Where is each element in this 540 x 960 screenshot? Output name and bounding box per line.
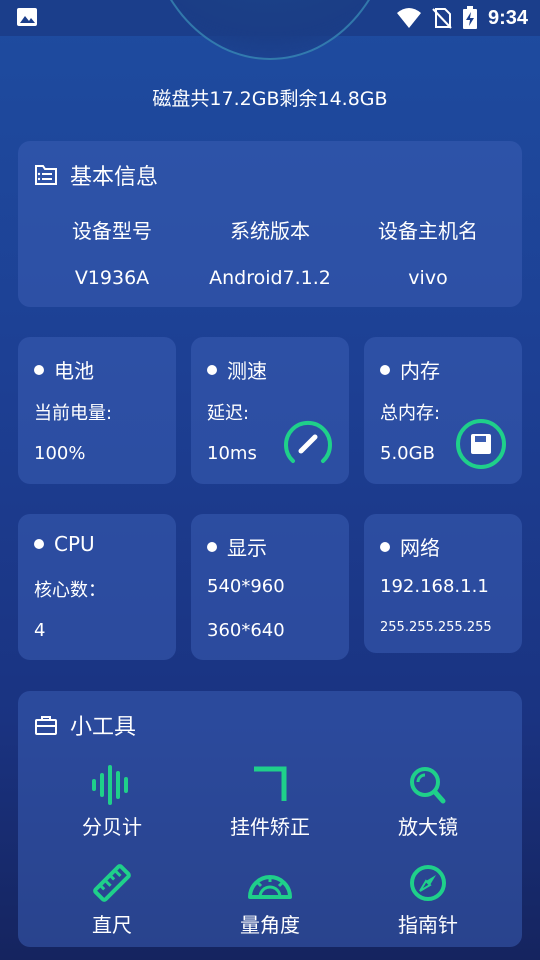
bullet-icon [207,541,217,552]
display-resolution: 540*960 [207,576,285,597]
info-value-model: V1936A [74,267,150,289]
tool-label: 量角度 [240,913,300,937]
memory-tile-header: 内存 [380,355,440,384]
save-icon [456,419,506,469]
network-title: 网络 [400,536,440,560]
tool-label: 分贝计 [82,815,142,839]
battery-tile-header: 电池 [34,355,94,384]
memory-title: 内存 [400,359,440,383]
info-label-model: 设备型号 [72,219,152,243]
battery-value: 100% [34,443,86,464]
cpu-label: 核心数： [34,580,106,601]
speed-tile[interactable]: 测速 延迟: 10ms [191,337,349,484]
tools-card: 小工具 分贝计 挂件矫正 放大镜 直尺 量角度 指南针 [18,691,522,947]
speedometer-icon [284,420,332,463]
basic-info-header: 基本信息 [34,159,158,191]
speed-value: 10ms [207,443,257,464]
sound-wave-icon [92,765,128,805]
speed-title: 测速 [227,359,267,383]
bullet-icon [380,541,390,552]
no-sim-icon [432,8,452,29]
magnifier-icon [410,767,446,804]
display-tile[interactable]: 显示 540*960 360*640 [191,514,349,660]
speed-tile-header: 测速 [207,355,267,384]
tool-label: 直尺 [92,913,132,937]
info-value-hostname: vivo [408,267,448,289]
info-label-os: 系统版本 [230,219,310,243]
tool-decibel-meter[interactable]: 分贝计 [32,765,192,840]
tool-protractor[interactable]: 量角度 [190,863,350,938]
tool-ruler[interactable]: 直尺 [32,863,192,938]
tool-label: 指南针 [398,913,458,937]
network-tile[interactable]: 网络 192.168.1.1 255.255.255.255 [364,514,522,653]
info-col-model: 设备型号 [27,215,197,244]
bullet-icon [380,364,390,375]
protractor-icon [248,875,292,899]
document-list-icon [35,165,57,185]
network-mask: 255.255.255.255 [380,620,492,635]
display-tile-header: 显示 [207,532,267,561]
network-tile-header: 网络 [380,532,440,561]
cpu-title: CPU [54,532,95,556]
display-title: 显示 [227,536,267,560]
info-label-hostname: 设备主机名 [378,219,478,243]
wifi-icon [396,8,421,28]
tool-magnifier[interactable]: 放大镜 [348,765,508,840]
battery-title: 电池 [54,359,94,383]
bullet-icon [34,539,44,549]
bullet-icon [34,364,44,375]
compass-icon [410,865,446,901]
tool-level-correction[interactable]: 挂件矫正 [190,765,350,840]
tools-header: 小工具 [34,709,136,741]
battery-charging-icon [462,6,477,29]
ruler-icon [93,864,131,902]
display-dp-size: 360*640 [207,620,285,641]
memory-value: 5.0GB [380,443,435,464]
battery-label: 当前电量: [34,403,113,424]
info-col-hostname: 设备主机名 [343,215,513,244]
tools-title: 小工具 [70,715,137,740]
tool-label: 放大镜 [398,815,458,839]
cpu-tile[interactable]: CPU 核心数： 4 [18,514,176,660]
tool-label: 挂件矫正 [230,815,310,839]
memory-label: 总内存: [380,403,441,424]
cpu-value: 4 [34,620,46,641]
bullet-icon [207,364,217,375]
network-ip: 192.168.1.1 [380,576,489,597]
memory-tile[interactable]: 内存 总内存: 5.0GB [364,337,522,484]
basic-info-card: 基本信息 设备型号 V1936A 系统版本 Android7.1.2 设备主机名… [18,141,522,307]
corner-bracket-icon [254,766,287,801]
battery-tile[interactable]: 电池 当前电量: 100% [18,337,176,484]
info-col-os: 系统版本 [185,215,355,244]
briefcase-icon [35,716,57,735]
basic-info-title: 基本信息 [70,165,159,190]
speed-label: 延迟: [207,403,250,424]
tool-compass[interactable]: 指南针 [348,863,508,938]
status-time: 9:34 [487,6,528,29]
image-notification-icon [17,8,37,26]
cpu-tile-header: CPU [34,532,95,556]
info-value-os: Android7.1.2 [209,267,331,289]
disk-summary: 磁盘共17.2GB剩余14.8GB [152,88,388,110]
